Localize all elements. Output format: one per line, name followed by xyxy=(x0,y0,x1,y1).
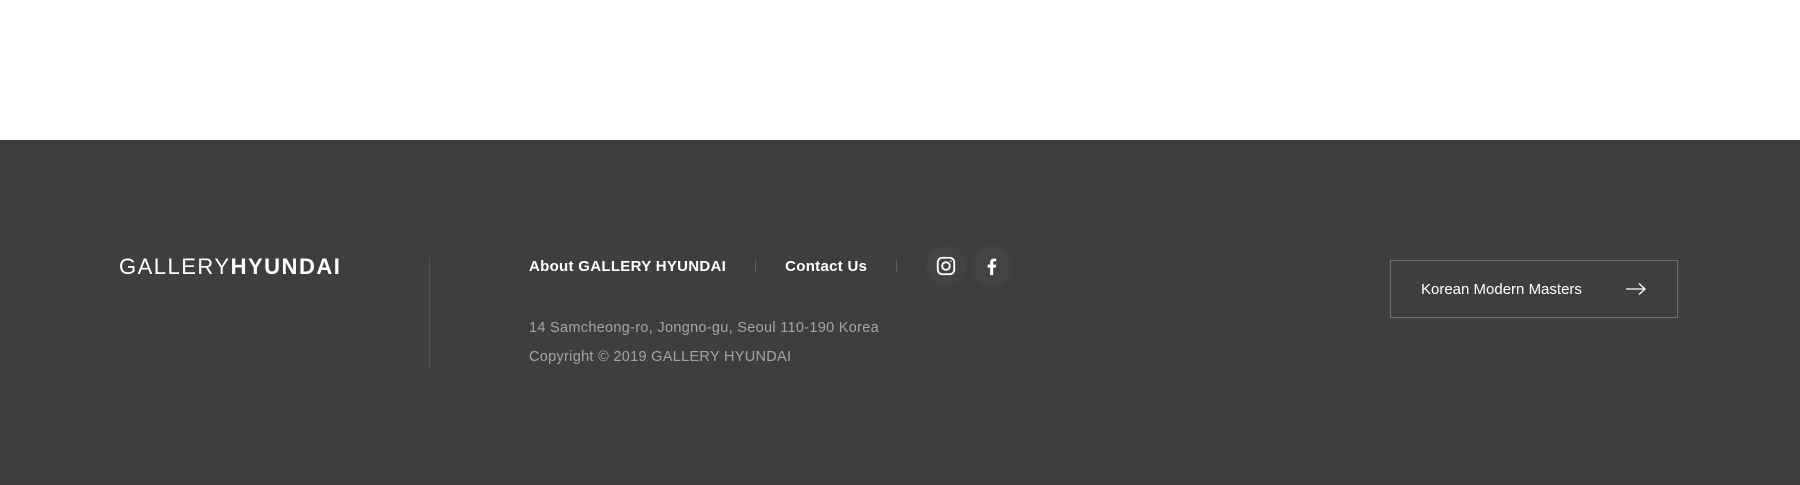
logo-text-bold: HYUNDAI xyxy=(230,254,342,279)
nav-separator xyxy=(896,259,898,273)
korean-modern-masters-button[interactable]: Korean Modern Masters xyxy=(1390,260,1678,318)
social-links xyxy=(926,246,1013,286)
page-blank-area xyxy=(0,0,1800,140)
cta-label: Korean Modern Masters xyxy=(1421,280,1582,298)
vertical-divider xyxy=(429,258,430,368)
footer-copyright: Copyright © 2019 GALLERY HYUNDAI xyxy=(529,349,792,365)
facebook-button[interactable] xyxy=(972,246,1013,286)
nav-separator xyxy=(755,259,757,273)
instagram-icon xyxy=(937,256,956,276)
facebook-icon xyxy=(987,258,997,276)
site-footer: GALLERYHYUNDAI About GALLERY HYUNDAI Con… xyxy=(0,140,1800,485)
about-link[interactable]: About GALLERY HYUNDAI xyxy=(529,258,726,275)
gallery-hyundai-logo[interactable]: GALLERYHYUNDAI xyxy=(119,254,341,280)
footer-nav: About GALLERY HYUNDAI Contact Us xyxy=(529,245,1013,287)
footer-address: 14 Samcheong-ro, Jongno-gu, Seoul 110-19… xyxy=(529,320,879,336)
instagram-button[interactable] xyxy=(926,246,967,286)
logo-text-light: GALLERY xyxy=(119,254,231,279)
contact-link[interactable]: Contact Us xyxy=(785,258,867,275)
arrow-right-icon xyxy=(1626,283,1646,295)
